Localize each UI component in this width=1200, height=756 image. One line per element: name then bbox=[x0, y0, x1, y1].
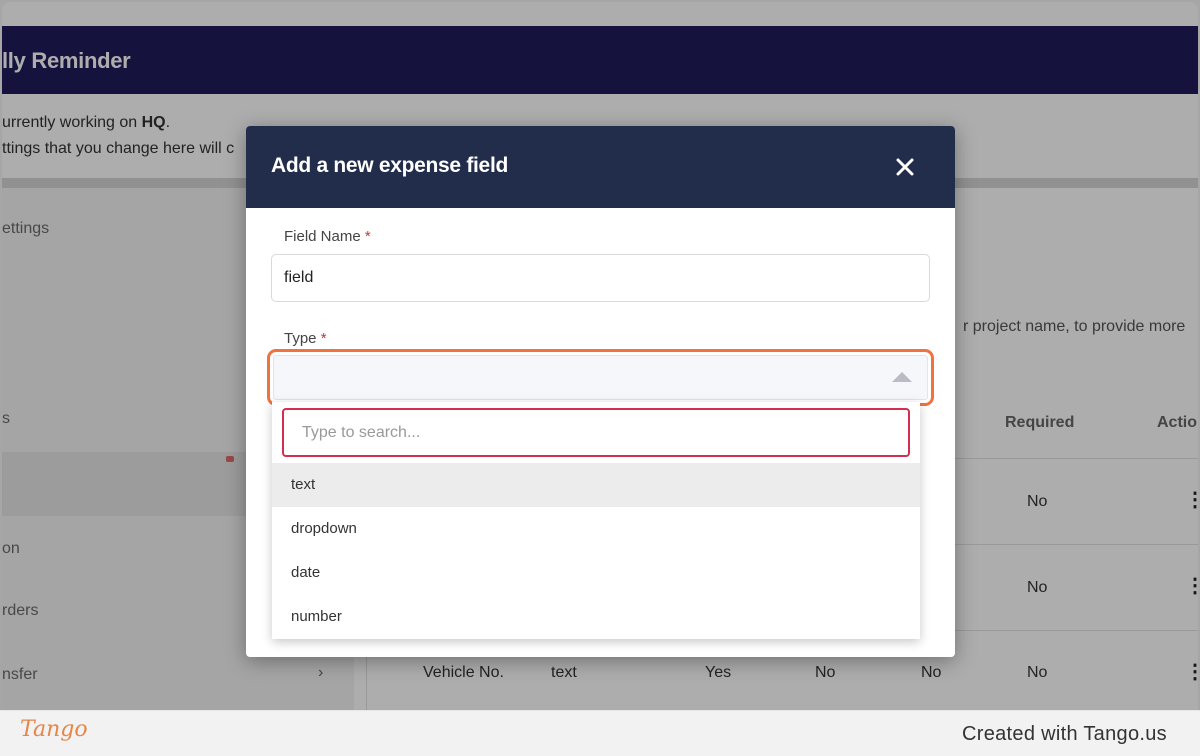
required-asterisk: * bbox=[320, 330, 327, 347]
option-number[interactable]: number bbox=[272, 595, 920, 639]
option-date[interactable]: date bbox=[272, 551, 920, 595]
type-dropdown-menu: text dropdown date number bbox=[272, 402, 920, 639]
option-dropdown[interactable]: dropdown bbox=[272, 507, 920, 551]
modal-header: Add a new expense field bbox=[246, 126, 955, 208]
type-select[interactable] bbox=[273, 355, 928, 400]
type-label: Type * bbox=[284, 330, 327, 347]
tango-logo: Tango bbox=[20, 717, 88, 742]
caret-up-icon[interactable] bbox=[892, 372, 912, 382]
type-search-input[interactable] bbox=[282, 408, 910, 457]
modal-title: Add a new expense field bbox=[271, 154, 508, 177]
field-name-label: Field Name * bbox=[284, 228, 371, 245]
created-with-text: Created with Tango.us bbox=[962, 723, 1167, 745]
option-text[interactable]: text bbox=[272, 463, 920, 507]
close-icon[interactable] bbox=[892, 154, 918, 180]
tango-footer: Tango Created with Tango.us bbox=[0, 710, 1200, 756]
required-asterisk: * bbox=[364, 228, 371, 245]
field-name-input[interactable] bbox=[271, 254, 930, 302]
